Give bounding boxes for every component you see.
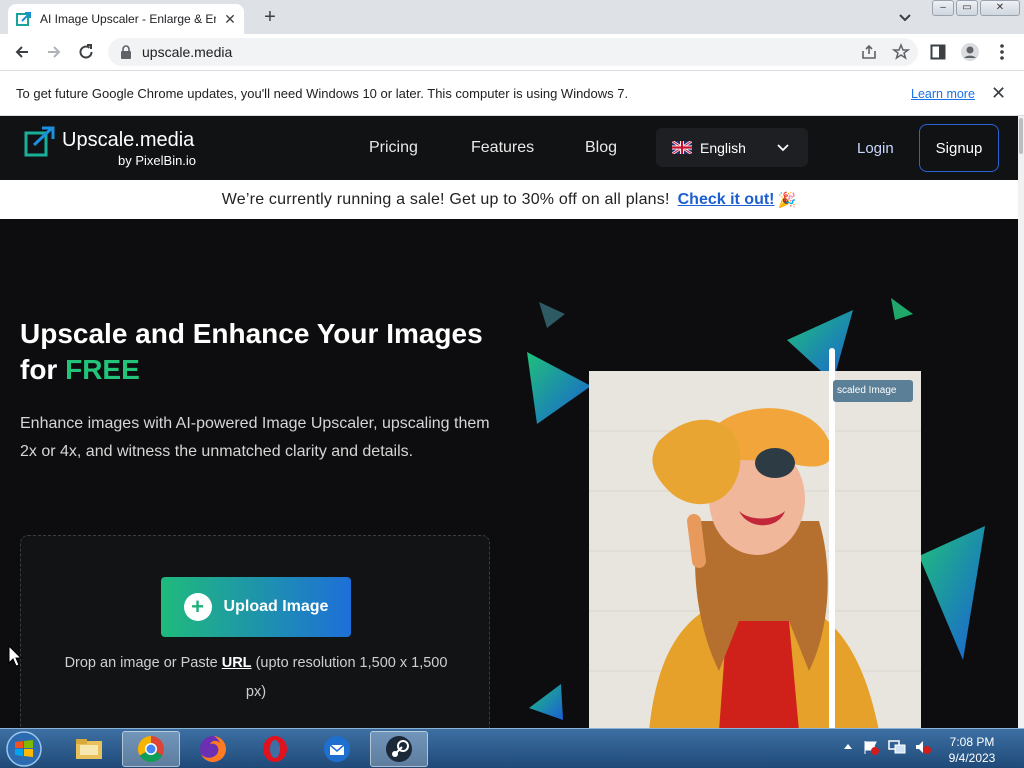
upscale-favicon-icon bbox=[16, 12, 31, 26]
sample-photo bbox=[589, 371, 921, 728]
kebab-menu-icon bbox=[1000, 44, 1004, 60]
reload-icon bbox=[79, 44, 93, 59]
login-link[interactable]: Login bbox=[857, 140, 894, 157]
back-button[interactable] bbox=[10, 40, 34, 64]
profile-button[interactable] bbox=[960, 42, 980, 62]
upscale-logo-icon[interactable] bbox=[24, 125, 56, 157]
back-arrow-icon bbox=[15, 46, 28, 58]
taskbar-thunderbird[interactable] bbox=[308, 731, 366, 767]
opera-icon bbox=[263, 736, 287, 762]
website-viewport: Upscale.media by PixelBin.io Pricing Fea… bbox=[0, 116, 1018, 728]
browser-tab[interactable]: AI Image Upscaler - Enlarge & Er ✕ bbox=[8, 4, 244, 34]
check-it-out-link[interactable]: Check it out! bbox=[678, 191, 775, 209]
tray-expand-icon[interactable] bbox=[842, 739, 854, 755]
woman-with-leaf-photo-icon bbox=[589, 371, 921, 728]
taskbar-opera[interactable] bbox=[246, 731, 304, 767]
hero-heading-for: for bbox=[20, 354, 58, 385]
volume-muted-icon[interactable] bbox=[914, 739, 932, 755]
chrome-icon bbox=[137, 735, 164, 763]
chrome-update-infobar: To get future Google Chrome updates, you… bbox=[0, 71, 1024, 116]
upscaled-image-badge: scaled Image bbox=[833, 380, 913, 402]
nav-features-link[interactable]: Features bbox=[471, 139, 534, 157]
taskbar-firefox[interactable] bbox=[184, 731, 242, 767]
minimize-button[interactable]: – bbox=[932, 0, 954, 16]
infobar-close-icon[interactable]: ✕ bbox=[991, 84, 1006, 102]
drop-instructions: Drop an image or Paste URL (upto resolut… bbox=[61, 649, 451, 707]
signup-button[interactable]: Signup bbox=[919, 124, 999, 172]
language-label: English bbox=[700, 139, 746, 156]
maximize-button[interactable]: ▭ bbox=[956, 0, 978, 16]
thunderbird-icon bbox=[324, 736, 350, 762]
tab-title: AI Image Upscaler - Enlarge & Er bbox=[40, 12, 216, 26]
paste-url-link[interactable]: URL bbox=[222, 655, 252, 671]
tab-search-chevron-icon[interactable] bbox=[896, 8, 914, 26]
hero-heading: Upscale and Enhance Your Images for FREE bbox=[20, 316, 520, 388]
windows-start-button-icon[interactable] bbox=[4, 730, 44, 768]
sale-message: We’re currently running a sale! Get up t… bbox=[221, 190, 670, 208]
taskbar-clock[interactable]: 7:08 PM 9/4/2023 bbox=[940, 734, 1004, 766]
chrome-menu-button[interactable] bbox=[992, 42, 1012, 62]
windows-taskbar: 7:08 PM 9/4/2023 bbox=[0, 728, 1024, 768]
omnibox-actions bbox=[860, 43, 910, 61]
taskbar-steam[interactable] bbox=[370, 731, 428, 767]
mouse-cursor-icon bbox=[8, 645, 22, 667]
reload-button[interactable] bbox=[74, 40, 98, 64]
uk-flag-icon bbox=[672, 141, 692, 154]
window-controls: – ▭ ✕ bbox=[932, 0, 1020, 16]
site-navbar: Upscale.media by PixelBin.io Pricing Fea… bbox=[0, 116, 1018, 180]
infobar-message: To get future Google Chrome updates, you… bbox=[16, 86, 629, 101]
upload-image-label: Upload Image bbox=[223, 598, 329, 615]
tab-strip: AI Image Upscaler - Enlarge & Er ✕ + – ▭… bbox=[0, 0, 1024, 34]
upload-image-button[interactable]: + Upload Image bbox=[161, 577, 351, 637]
drop-text-after: (upto resolution 1,500 x 1,500 px) bbox=[245, 655, 448, 700]
hero-description: Enhance images with AI-powered Image Ups… bbox=[20, 415, 490, 460]
brand-subtitle: by PixelBin.io bbox=[118, 153, 197, 168]
url-text: upscale.media bbox=[142, 44, 233, 60]
nav-blog-link[interactable]: Blog bbox=[585, 139, 617, 157]
nav-pricing-link[interactable]: Pricing bbox=[369, 139, 418, 157]
tab-close-icon[interactable]: ✕ bbox=[222, 11, 238, 27]
screen: AI Image Upscaler - Enlarge & Er ✕ + – ▭… bbox=[0, 0, 1024, 768]
language-selector[interactable]: English bbox=[656, 128, 808, 167]
profile-avatar-icon bbox=[961, 43, 979, 61]
chevron-down-icon bbox=[777, 144, 789, 152]
forward-arrow-icon bbox=[48, 46, 61, 58]
drop-text-before: Drop an image or Paste bbox=[64, 655, 218, 671]
sale-banner: We’re currently running a sale! Get up t… bbox=[0, 180, 1018, 219]
address-bar[interactable]: upscale.media bbox=[108, 38, 918, 66]
image-drop-zone[interactable]: + Upload Image Drop an image or Paste UR… bbox=[20, 535, 490, 728]
folder-icon bbox=[76, 739, 102, 759]
side-panel-icon bbox=[930, 44, 946, 60]
steam-icon bbox=[386, 736, 412, 762]
brand-name[interactable]: Upscale.media bbox=[62, 129, 194, 152]
share-icon[interactable] bbox=[860, 43, 878, 61]
scrollbar-thumb[interactable] bbox=[1019, 118, 1023, 154]
window-close-button[interactable]: ✕ bbox=[980, 0, 1020, 16]
firefox-icon bbox=[200, 736, 226, 762]
party-popper-icon: 🎉 bbox=[777, 191, 797, 209]
browser-toolbar: upscale.media bbox=[0, 34, 1024, 71]
forward-button[interactable] bbox=[42, 40, 66, 64]
clock-time: 7:08 PM bbox=[949, 735, 995, 749]
learn-more-link[interactable]: Learn more bbox=[911, 87, 975, 101]
taskbar-chrome[interactable] bbox=[122, 731, 180, 767]
comparison-slider-handle[interactable] bbox=[829, 348, 835, 728]
page-scrollbar[interactable] bbox=[1018, 116, 1024, 728]
clock-date: 9/4/2023 bbox=[948, 751, 996, 765]
network-icon[interactable] bbox=[888, 739, 906, 755]
bookmark-star-icon[interactable] bbox=[892, 43, 910, 61]
action-center-flag-icon[interactable] bbox=[862, 739, 880, 755]
side-panel-button[interactable] bbox=[928, 42, 948, 62]
lock-icon[interactable] bbox=[120, 45, 132, 59]
plus-circle-icon: + bbox=[183, 593, 212, 621]
hero-heading-line1: Upscale and Enhance Your Images bbox=[20, 318, 483, 349]
hero-artwork: scaled Image bbox=[515, 286, 1018, 728]
system-tray bbox=[842, 739, 932, 755]
new-tab-button[interactable]: + bbox=[258, 6, 282, 30]
taskbar-explorer[interactable] bbox=[60, 731, 118, 767]
hero-heading-free: FREE bbox=[65, 354, 140, 385]
